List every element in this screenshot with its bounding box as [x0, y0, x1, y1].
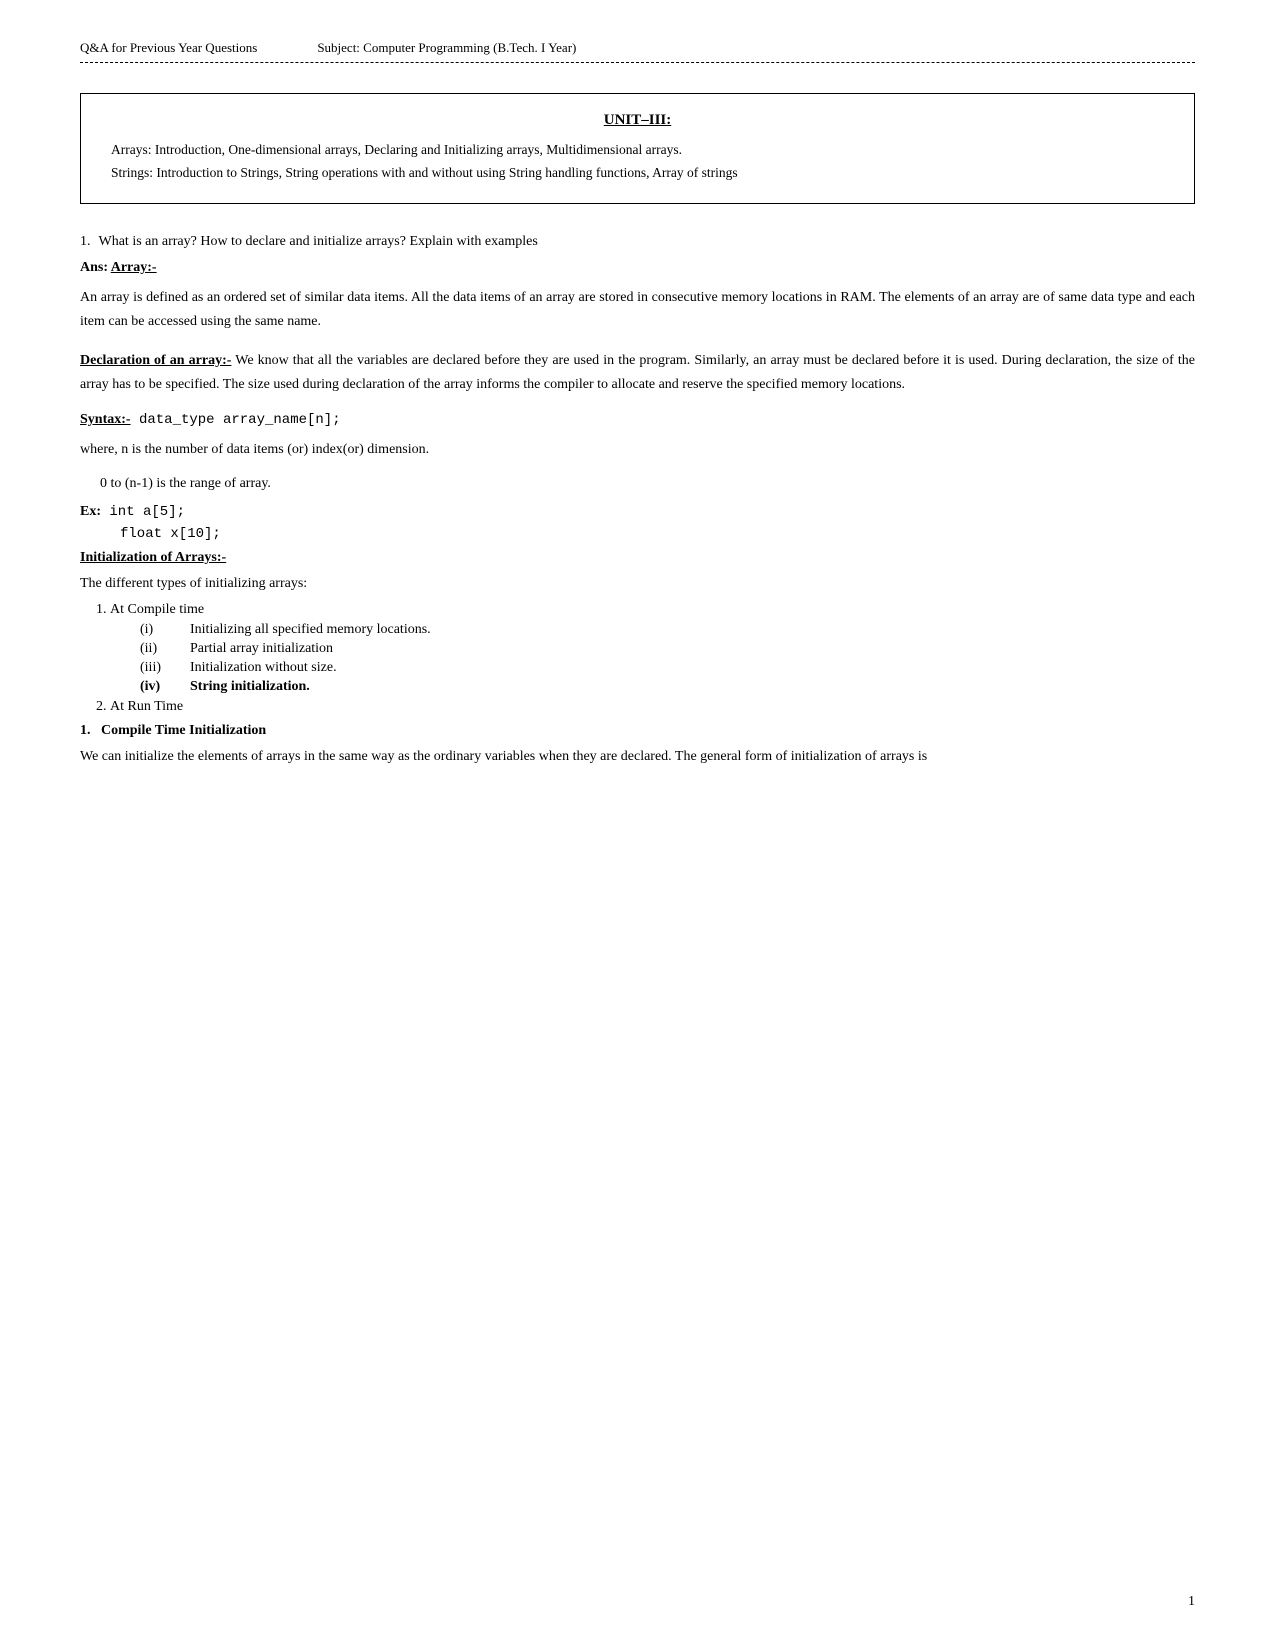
inner-list-item-ii: (ii) Partial array initialization [140, 641, 1195, 657]
syntax-label: Syntax:- [80, 412, 131, 427]
syntax-code: data_type array_name[n]; [131, 412, 341, 428]
where-line: where, n is the number of data items (or… [80, 438, 1195, 463]
page-number: 1 [1188, 1594, 1195, 1610]
item-num-i: (i) [140, 622, 170, 638]
compile-time-item: At Compile time (i) Initializing all spe… [110, 602, 1195, 695]
compile-time-section: 1. Compile Time Initialization We can in… [80, 723, 1195, 770]
range-line: 0 to (n-1) is the range of array. [100, 476, 1195, 492]
unit-line2: Strings: Introduction to Strings, String… [111, 165, 738, 180]
compile-time-sublist: (i) Initializing all specified memory lo… [140, 622, 1195, 695]
question1-number: 1. [80, 234, 91, 250]
item-text-iii: Initialization without size. [190, 660, 337, 676]
compile-time-text: We can initialize the elements of arrays… [80, 745, 1195, 770]
run-time-label: At Run Time [110, 699, 183, 714]
unit-box: UNIT–III: Arrays: Introduction, One-dime… [80, 93, 1195, 204]
run-time-item: At Run Time [110, 699, 1195, 715]
array-definition: An array is defined as an ordered set of… [80, 286, 1195, 335]
declaration-paragraph: Declaration of an array:- We know that a… [80, 349, 1195, 398]
ex-int: int a[5]; [101, 504, 185, 520]
compile-time-number: 1. [80, 723, 101, 738]
inner-list-item-iv: (iv) String initialization. [140, 679, 1195, 695]
question1: 1. What is an array? How to declare and … [80, 234, 1195, 250]
unit-content-line1: Arrays: Introduction, One-dimensional ar… [111, 139, 1164, 185]
item-text-iv: String initialization. [190, 679, 310, 695]
ex-label: Ex: [80, 504, 101, 519]
item-text-i: Initializing all specified memory locati… [190, 622, 431, 638]
header-divider [80, 62, 1195, 63]
declaration-block: Declaration of an array:- We know that a… [80, 349, 1195, 398]
answer-heading: Ans: Array:- [80, 260, 1195, 276]
init-heading: Initialization of Arrays:- [80, 550, 1195, 566]
declaration-text: We know that all the variables are decla… [80, 353, 1195, 393]
compile-time-heading: 1. Compile Time Initialization [80, 723, 1195, 739]
outer-list: At Compile time (i) Initializing all spe… [110, 602, 1195, 715]
header-right: Subject: Computer Programming (B.Tech. I… [317, 40, 576, 56]
init-intro: The different types of initializing arra… [80, 576, 1195, 592]
question1-text: What is an array? How to declare and ini… [99, 234, 538, 250]
compile-time-title: Compile Time Initialization [101, 723, 266, 738]
item-num-iii: (iii) [140, 660, 170, 676]
header-left: Q&A for Previous Year Questions [80, 40, 257, 56]
item-num-iv: (iv) [140, 679, 170, 695]
unit-line1: Arrays: Introduction, One-dimensional ar… [111, 142, 682, 157]
item-num-ii: (ii) [140, 641, 170, 657]
question-section: 1. What is an array? How to declare and … [80, 234, 1195, 770]
inner-list-item-iii: (iii) Initialization without size. [140, 660, 1195, 676]
item-text-ii: Partial array initialization [190, 641, 333, 657]
ex-float-code: float x[10]; [120, 526, 221, 542]
header-bar: Q&A for Previous Year Questions Subject:… [80, 40, 1195, 56]
declaration-heading: Declaration of an array:- [80, 353, 231, 368]
compile-time-label: At Compile time [110, 602, 204, 617]
syntax-line: Syntax:- data_type array_name[n]; [80, 412, 1195, 428]
answer-heading-underline: Array:- [111, 260, 157, 275]
ex-line: Ex: int a[5]; [80, 504, 1195, 520]
ex-float: float x[10]; [120, 526, 1195, 542]
inner-list-item-i: (i) Initializing all specified memory lo… [140, 622, 1195, 638]
unit-title: UNIT–III: [111, 112, 1164, 129]
